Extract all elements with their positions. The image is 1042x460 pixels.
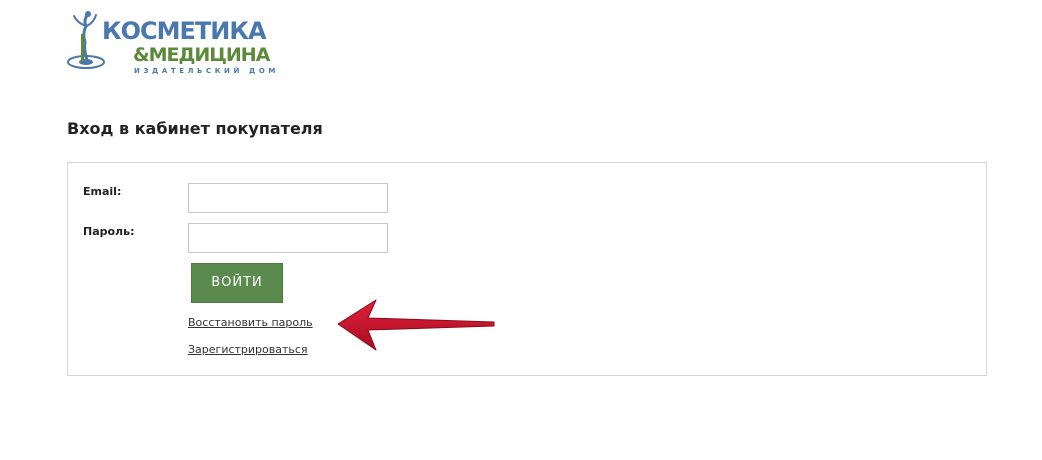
logo-subtitle: &МЕДИЦИНА <box>133 44 270 66</box>
logo-title: КОСМЕТИКА <box>102 17 267 45</box>
page-title: Вход в кабинет покупателя <box>67 119 323 138</box>
email-label: Email: <box>83 185 122 198</box>
logo-tagline: ИЗДАТЕЛЬСКИЙ ДОМ <box>134 67 279 75</box>
login-button[interactable]: ВОЙТИ <box>191 263 283 303</box>
password-field[interactable] <box>188 223 388 253</box>
password-label: Пароль: <box>83 225 135 238</box>
login-form-panel: Email: Пароль: ВОЙТИ Восстановить пароль… <box>67 162 987 376</box>
email-field[interactable] <box>188 183 388 213</box>
login-page: КОСМЕТИКА &МЕДИЦИНА ИЗДАТЕЛЬСКИЙ ДОМ Вхо… <box>0 0 1042 460</box>
restore-password-link[interactable]: Восстановить пароль <box>188 316 313 329</box>
site-logo[interactable]: КОСМЕТИКА &МЕДИЦИНА ИЗДАТЕЛЬСКИЙ ДОМ <box>66 10 275 80</box>
red-arrow-icon <box>337 299 495 351</box>
register-link[interactable]: Зарегистрироваться <box>188 343 308 356</box>
